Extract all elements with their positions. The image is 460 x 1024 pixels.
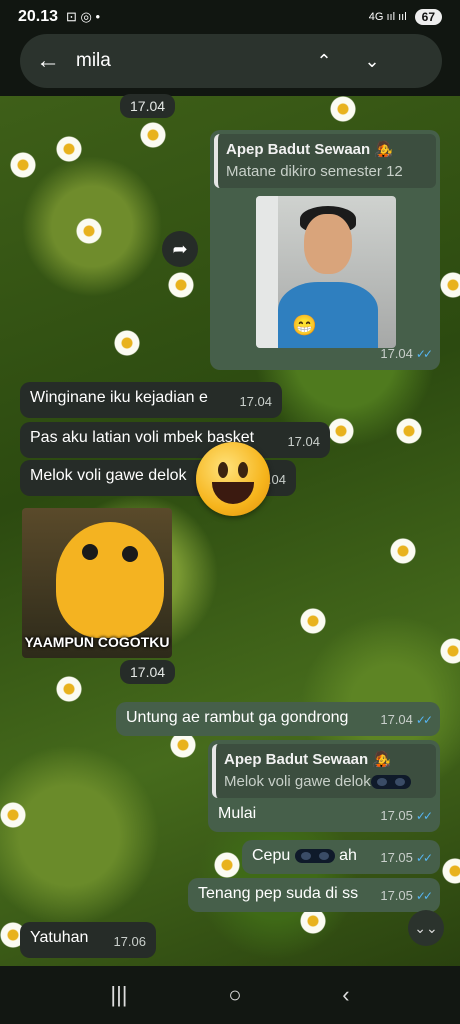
message-time: 17.06	[113, 934, 146, 949]
reply-quote[interactable]: Apep Badut Sewaan 🧑‍🎤 Melok voli gawe de…	[212, 744, 436, 798]
system-navigation-bar: ||| ○ ‹	[0, 966, 460, 1024]
search-input[interactable]	[76, 50, 296, 72]
outgoing-reply-message[interactable]: Apep Badut Sewaan 🧑‍🎤 Melok voli gawe de…	[208, 740, 440, 832]
incoming-message[interactable]: Winginane iku kejadian e 17.04	[20, 382, 282, 418]
reply-quote[interactable]: Apep Badut Sewaan 🧑‍🎤 Matane dikiro seme…	[214, 134, 436, 188]
message-text: Untung ae rambut ga gondrong	[126, 709, 349, 726]
message-text: Melok voli gawe delok	[30, 467, 187, 484]
arrow-left-icon[interactable]: ←	[36, 47, 66, 75]
sticker-caption: YAAMPUN COGOTKU	[24, 634, 170, 650]
quote-text: Melok voli gawe delok	[224, 773, 371, 790]
read-ticks-icon: ✓✓	[415, 851, 433, 865]
back-icon[interactable]: ‹	[342, 982, 349, 1008]
person-emoji-icon: 🧑‍🎤	[372, 751, 392, 768]
message-time: 17.05 ✓✓	[380, 888, 433, 903]
status-bar: 20.13 ⊡ ◎ • 4G ııl ııl 67	[0, 0, 460, 34]
chevron-down-icon[interactable]: ⌄	[352, 51, 392, 72]
message-time: 17.05 ✓✓	[380, 850, 433, 865]
message-time: 17.04	[239, 394, 272, 409]
battery-icon: 67	[414, 9, 442, 25]
message-time: 17.04	[287, 434, 320, 449]
read-ticks-icon: ✓✓	[415, 347, 433, 361]
home-icon[interactable]: ○	[228, 982, 241, 1008]
sticker-message[interactable]: YAAMPUN COGOTKU	[22, 508, 172, 658]
quote-author: Apep Badut Sewaan	[226, 141, 371, 158]
mask-emoji-icon	[294, 848, 335, 863]
outgoing-photo-message[interactable]: Apep Badut Sewaan 🧑‍🎤 Matane dikiro seme…	[210, 130, 440, 370]
message-time: 17.04 ✓✓	[380, 346, 433, 361]
sticker-time-pill: 17.04	[120, 660, 176, 684]
message-text: Yatuhan	[30, 929, 89, 946]
shared-photo[interactable]: 😁	[256, 196, 396, 348]
notification-icons: ⊡ ◎ •	[66, 9, 101, 24]
message-text-end: ah	[339, 847, 357, 864]
recent-apps-icon[interactable]: |||	[110, 982, 127, 1008]
message-time: 17.04 ✓✓	[380, 712, 433, 727]
message-time: 17.05 ✓✓	[380, 808, 433, 823]
person-emoji-icon: 🧑‍🎤	[374, 141, 394, 158]
outgoing-message[interactable]: Tenang pep suda di ss 17.05 ✓✓	[188, 878, 440, 912]
scroll-to-bottom-icon[interactable]: ⌄⌄	[408, 910, 444, 946]
clock: 20.13	[18, 8, 59, 25]
message-text-start: Cepu	[252, 847, 291, 864]
read-ticks-icon: ✓✓	[415, 809, 433, 823]
chevron-up-icon[interactable]: ⌃	[304, 51, 344, 72]
forward-icon[interactable]: ➦	[162, 231, 198, 267]
message-time-pill: 17.04	[120, 94, 176, 118]
read-ticks-icon: ✓✓	[415, 889, 433, 903]
grinning-face-emoji-icon	[196, 442, 270, 516]
message-text: Winginane iku kejadian e	[30, 389, 208, 406]
grin-emoji-icon: 😁	[292, 315, 317, 337]
incoming-message[interactable]: Pas aku latian voli mbek basket 17.04	[20, 422, 330, 458]
read-ticks-icon: ✓✓	[415, 713, 433, 727]
mask-emoji-icon	[370, 775, 411, 790]
quote-author: Apep Badut Sewaan	[224, 751, 369, 768]
quote-text: Matane dikiro semester 12	[226, 163, 403, 180]
message-text: Tenang pep suda di ss	[198, 885, 359, 902]
incoming-message[interactable]: Yatuhan 17.06	[20, 922, 156, 958]
outgoing-message[interactable]: Cepu ah 17.05 ✓✓	[242, 840, 440, 874]
outgoing-message[interactable]: Untung ae rambut ga gondrong 17.04 ✓✓	[116, 702, 440, 736]
network-icon: 4G ııl ııl	[368, 11, 407, 23]
search-bar: ← ⌃ ⌄	[20, 34, 442, 88]
sticker-image: YAAMPUN COGOTKU	[22, 508, 172, 658]
